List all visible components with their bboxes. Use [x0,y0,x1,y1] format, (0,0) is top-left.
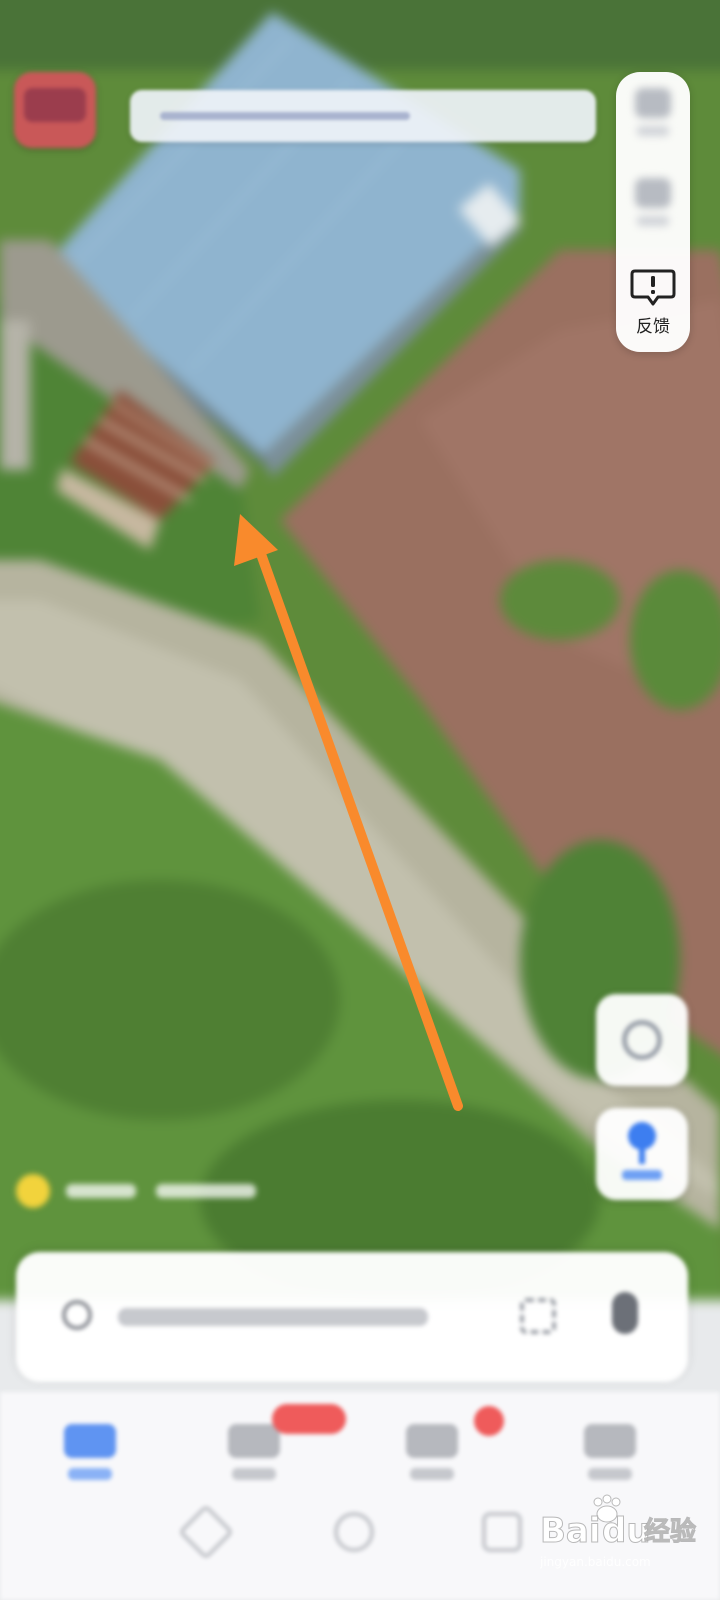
tool-label-placeholder [637,216,669,226]
locate-label-placeholder [622,1170,662,1180]
tool-icon [635,178,671,208]
watermark-url: jingyan.baidu.com [540,1555,651,1569]
feedback-button[interactable]: 反馈 [616,268,690,344]
tab-mine-label-placeholder [588,1468,632,1480]
top-notice-banner[interactable] [130,90,596,142]
tab-trip-label-placeholder [410,1468,454,1480]
weather-text-placeholder [66,1184,136,1198]
feedback-icon [630,269,676,306]
tab-home[interactable] [50,1424,130,1494]
nearby-icon [228,1424,280,1458]
system-recents-button[interactable] [482,1512,522,1552]
sun-icon [16,1174,50,1208]
layers-tool[interactable] [626,82,680,156]
tab-home-label-placeholder [68,1468,112,1480]
air-quality-text-placeholder [156,1184,256,1198]
layers-label-placeholder [637,126,669,136]
locate-me-button[interactable] [596,1108,688,1200]
watermark-brand: Bai [540,1511,601,1551]
trip-icon [406,1424,458,1458]
compass-icon [622,1020,662,1060]
search-icon [62,1300,92,1330]
search-card [16,1252,688,1382]
tab-trip[interactable] [392,1424,472,1494]
compass-button[interactable] [596,994,688,1086]
tab-nearby[interactable] [214,1424,294,1494]
layers-icon [635,88,671,118]
search-input[interactable] [118,1308,428,1326]
notification-dot [474,1406,504,1436]
system-home-button[interactable] [334,1512,374,1552]
system-back-button[interactable] [177,1503,235,1561]
profile-icon [584,1424,636,1458]
home-icon [64,1424,116,1458]
weather-badge[interactable] [14,72,96,148]
scan-icon[interactable] [520,1298,556,1334]
map-tool-secondary[interactable] [626,172,680,246]
microphone-icon[interactable] [612,1292,638,1334]
feedback-label: 反馈 [636,317,670,337]
weather-info-chip[interactable] [16,1172,256,1212]
tab-mine[interactable] [570,1424,650,1494]
weather-icon [24,88,86,122]
watermark-brand-cn: 经验 [644,1516,696,1547]
baidu-jingyan-watermark: Bai du 经验 jingyan.baidu.com [540,1494,697,1569]
tab-nearby-label-placeholder [232,1468,276,1480]
nearby-badge [272,1404,346,1434]
map-tool-panel: 反馈 [616,72,690,352]
banner-text-placeholder [160,112,410,120]
